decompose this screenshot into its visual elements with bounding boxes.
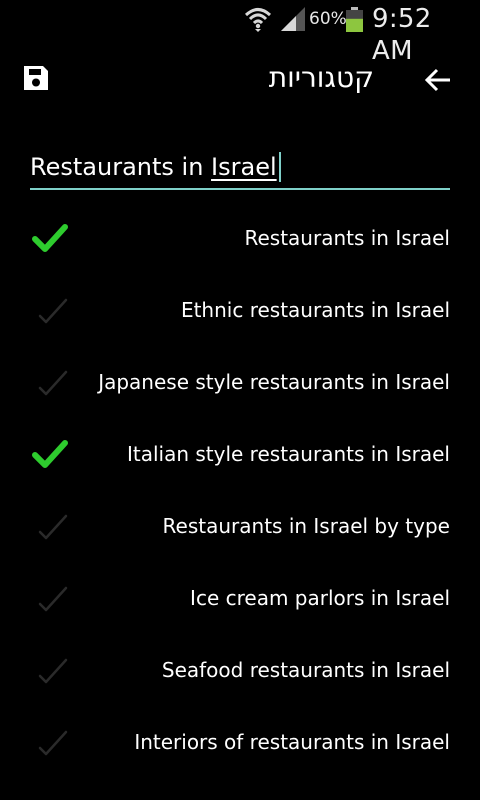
category-row[interactable]: Ethnic restaurants in Israel xyxy=(0,275,480,347)
checkmark-unchecked-icon[interactable] xyxy=(32,510,68,544)
checkmark-unchecked-icon[interactable] xyxy=(32,582,68,616)
category-label: Interiors of restaurants in Israel xyxy=(134,730,450,754)
save-button[interactable] xyxy=(14,56,58,100)
category-row[interactable]: Italian style restaurants in Israel xyxy=(0,419,480,491)
checkmark-checked-icon[interactable] xyxy=(32,438,68,472)
checkmark-checked-icon[interactable] xyxy=(32,222,68,256)
category-label: Japanese style restaurants in Israel xyxy=(98,370,450,394)
category-row[interactable]: Restaurants in Israel by type xyxy=(0,491,480,563)
category-row[interactable]: Ice cream parlors in Israel xyxy=(0,563,480,635)
category-row[interactable]: Interiors of restaurants in Israel xyxy=(0,707,480,779)
checkmark-unchecked-icon[interactable] xyxy=(32,726,68,760)
checkmark-unchecked-icon[interactable] xyxy=(32,366,68,400)
status-bar: 60% 9:52 AM xyxy=(0,0,480,66)
category-list: Restaurants in Israel Ethnic restaurants … xyxy=(0,203,480,779)
category-label: Ice cream parlors in Israel xyxy=(190,586,450,610)
back-button[interactable] xyxy=(416,58,460,102)
page-title: קטגוריות xyxy=(268,61,374,94)
category-label: Restaurants in Israel xyxy=(244,226,450,250)
wifi-icon xyxy=(244,8,272,32)
arrow-back-icon xyxy=(424,68,450,92)
category-search: Restaurants in Israel xyxy=(30,146,450,192)
battery-icon xyxy=(346,7,363,32)
checkmark-unchecked-icon[interactable] xyxy=(32,654,68,688)
category-row[interactable]: Restaurants in Israel xyxy=(0,203,480,275)
checkmark-unchecked-icon[interactable] xyxy=(32,294,68,328)
battery-percent: 60% xyxy=(309,9,347,29)
category-label: Italian style restaurants in Israel xyxy=(126,442,450,466)
category-row[interactable]: Seafood restaurants in Israel xyxy=(0,635,480,707)
category-label: Seafood restaurants in Israel xyxy=(161,658,450,682)
save-icon xyxy=(24,66,48,90)
action-bar: קטגוריות xyxy=(0,38,480,122)
category-label: Ethnic restaurants in Israel xyxy=(180,298,450,322)
signal-icon xyxy=(281,7,305,31)
category-search-input[interactable] xyxy=(30,146,450,190)
category-row[interactable]: Japanese style restaurants in Israel xyxy=(0,347,480,419)
category-label: Restaurants in Israel by type xyxy=(162,514,450,538)
